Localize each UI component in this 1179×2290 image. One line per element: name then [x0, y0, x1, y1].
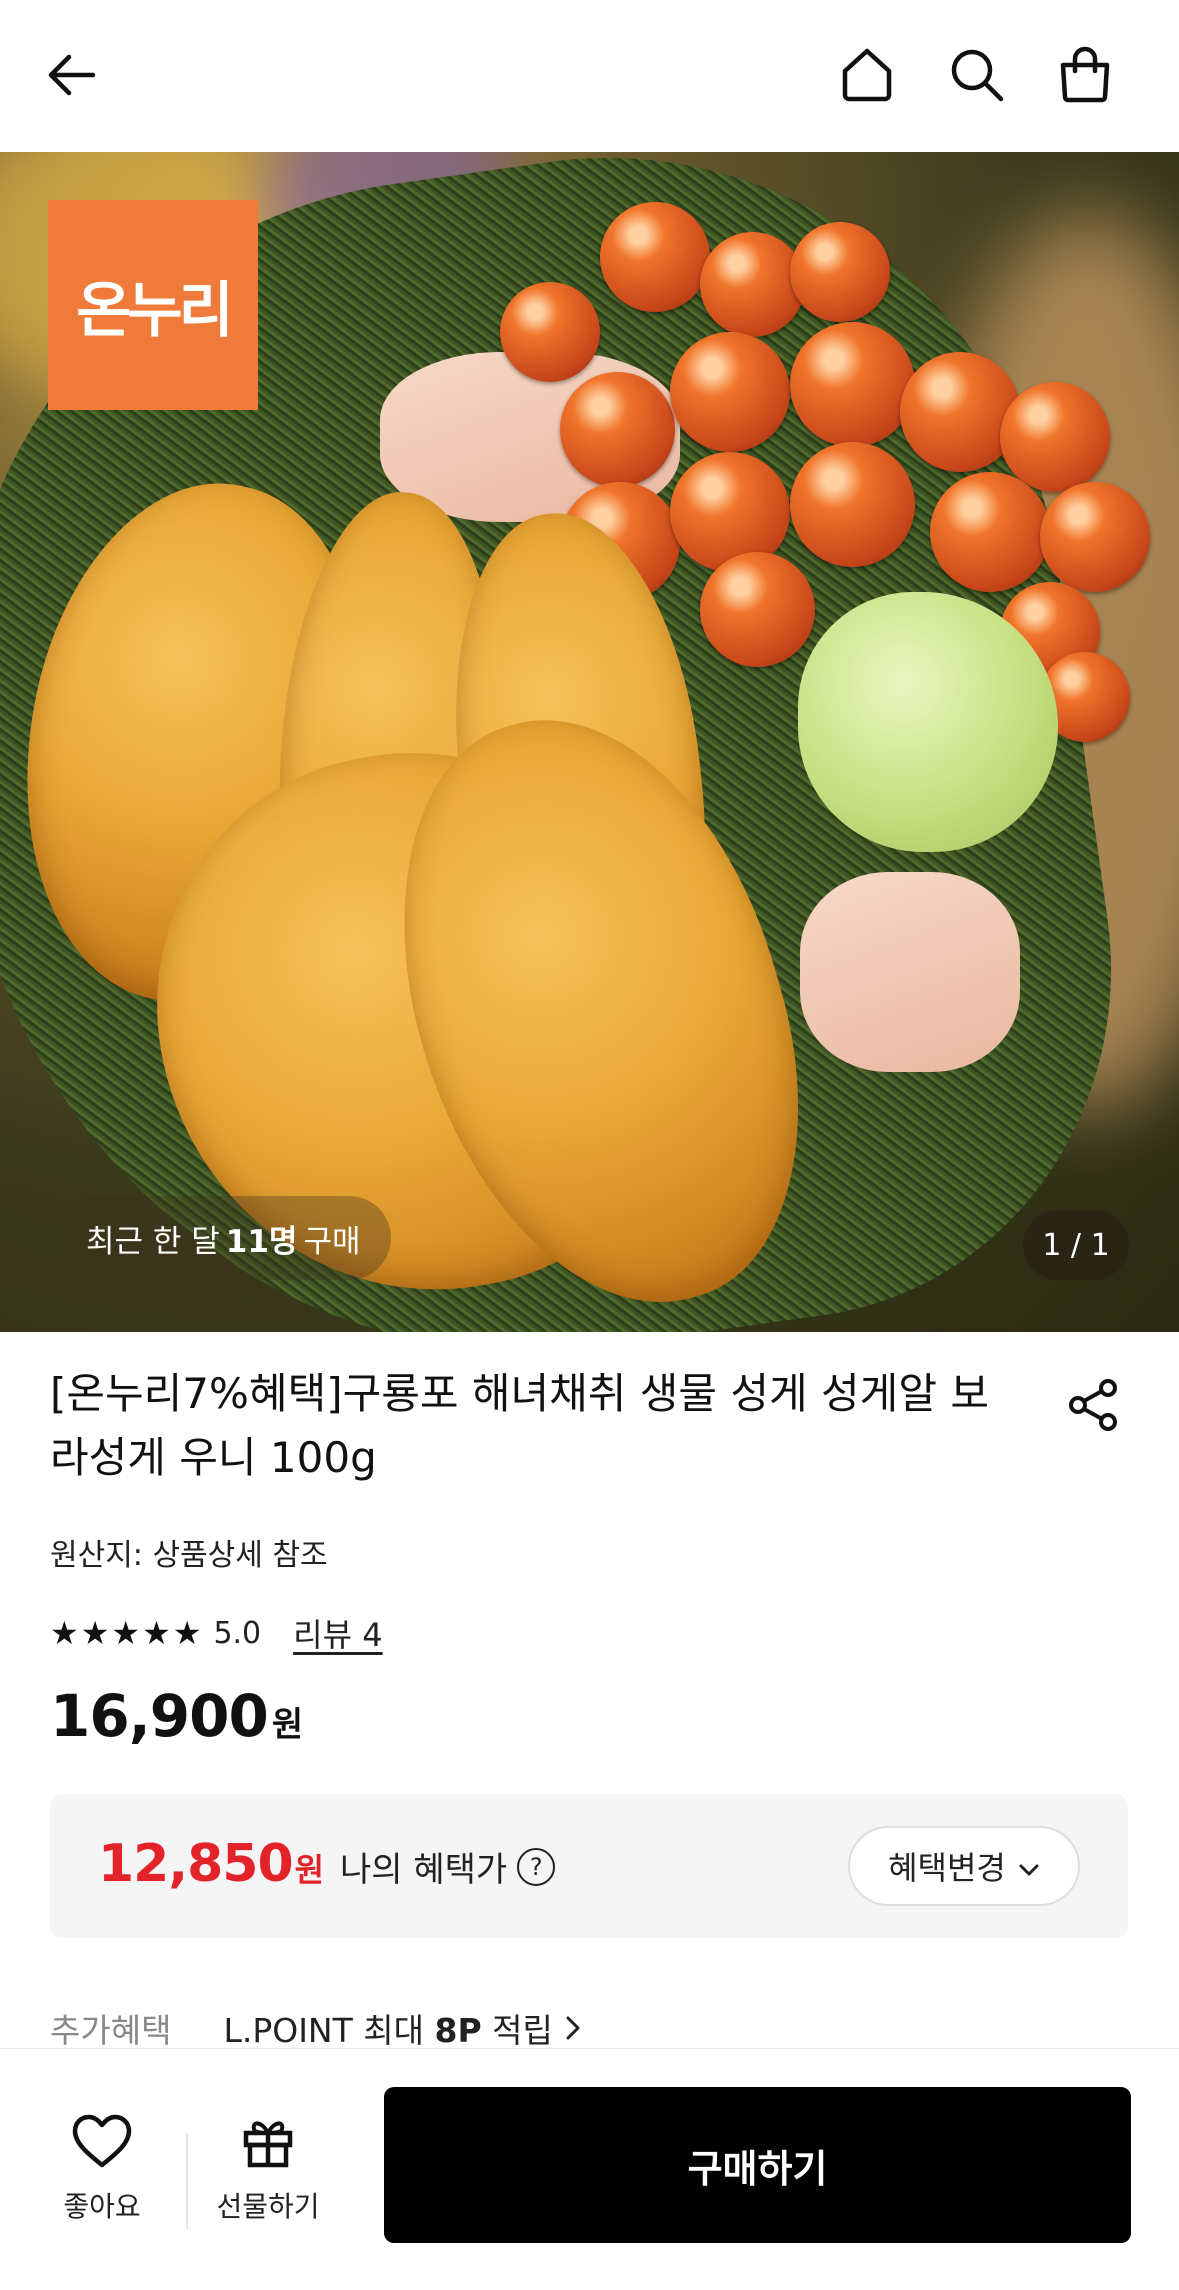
- benefit-change-label: 혜택변경: [888, 1849, 1006, 1887]
- rating-row: ★★★★★ 5.0 리뷰 4: [50, 1610, 383, 1656]
- extra-benefit-text: L.POINT 최대 8P 적립: [223, 2004, 552, 2052]
- recent-purchase-count: 11명: [225, 1223, 298, 1260]
- star-rating-icon: ★★★★★: [50, 1614, 204, 1652]
- salmon-roe: [600, 202, 710, 312]
- extra-benefit-prefix: L.POINT 최대: [223, 2011, 424, 2050]
- fish-slice: [800, 872, 1020, 1072]
- heart-icon: [71, 2113, 133, 2173]
- extra-benefit-row[interactable]: 추가혜택 L.POINT 최대 8P 적립: [50, 2004, 581, 2052]
- salmon-roe: [670, 332, 790, 452]
- shopping-bag-icon[interactable]: [1050, 40, 1120, 110]
- chevron-right-icon: [565, 2015, 581, 2041]
- product-title: [온누리7%혜택]구룡포 해녀채취 생물 성게 성게알 보라성게 우니 100g: [50, 1369, 989, 1482]
- salmon-roe: [790, 442, 915, 567]
- recent-purchase-prefix: 최근 한 달: [86, 1223, 220, 1260]
- benefit-change-button[interactable]: 혜택변경: [848, 1826, 1080, 1906]
- like-label: 좋아요: [63, 2190, 141, 2223]
- bottom-action-bar: 좋아요 선물하기 구매하기: [0, 2048, 1179, 2290]
- benefit-price-box: 12,850 원 나의 혜택가 ? 혜택변경: [50, 1794, 1128, 1938]
- search-icon[interactable]: [942, 40, 1012, 110]
- like-button[interactable]: 좋아요: [50, 2113, 154, 2225]
- benefit-price-unit: 원: [294, 1851, 325, 1889]
- salmon-roe: [790, 322, 915, 447]
- product-price: 16,900 원: [50, 1682, 303, 1750]
- rating-score: 5.0: [213, 1615, 262, 1651]
- gift-label: 선물하기: [216, 2190, 320, 2223]
- home-icon[interactable]: [832, 40, 902, 110]
- salmon-roe: [1040, 482, 1150, 592]
- price-amount: 16,900: [50, 1682, 269, 1750]
- salmon-roe: [560, 372, 675, 487]
- benefit-price-amount: 12,850: [98, 1834, 294, 1894]
- salmon-roe: [500, 282, 600, 382]
- salmon-roe: [1000, 382, 1110, 492]
- price-unit: 원: [271, 1705, 304, 1745]
- benefit-price: 12,850 원: [98, 1834, 324, 1894]
- gift-icon: [240, 2113, 296, 2173]
- benefit-label-text: 나의 혜택가: [340, 1850, 508, 1890]
- extra-benefit-suffix: 적립: [492, 2011, 553, 2050]
- extra-benefit-points: 8P: [434, 2011, 482, 2050]
- review-link[interactable]: 리뷰 4: [293, 1610, 382, 1656]
- benefit-label: 나의 혜택가 ?: [340, 1842, 556, 1891]
- divider: [186, 2133, 188, 2229]
- help-icon[interactable]: ?: [517, 1847, 556, 1886]
- share-icon[interactable]: [1058, 1370, 1128, 1440]
- salmon-roe: [700, 232, 805, 337]
- gift-button[interactable]: 선물하기: [208, 2113, 328, 2225]
- salmon-roe: [700, 552, 815, 667]
- buy-button[interactable]: 구매하기: [384, 2087, 1131, 2243]
- salmon-roe: [930, 472, 1050, 592]
- salmon-roe: [790, 222, 890, 322]
- chevron-down-icon: [1018, 1847, 1040, 1885]
- product-image[interactable]: 온누리 최근 한 달 11명 구매 1 / 1: [0, 152, 1179, 1332]
- image-counter: 1 / 1: [1023, 1210, 1129, 1280]
- recent-purchase-suffix: 구매: [303, 1223, 361, 1260]
- extra-benefit-label: 추가혜택: [50, 2011, 172, 2050]
- back-arrow-icon[interactable]: [36, 40, 106, 110]
- recent-purchase-badge: 최근 한 달 11명 구매: [56, 1196, 391, 1280]
- top-nav-bar: [0, 0, 1179, 152]
- product-origin: 원산지: 상품상세 참조: [50, 1538, 328, 1573]
- onnuri-logo: 온누리: [48, 200, 258, 410]
